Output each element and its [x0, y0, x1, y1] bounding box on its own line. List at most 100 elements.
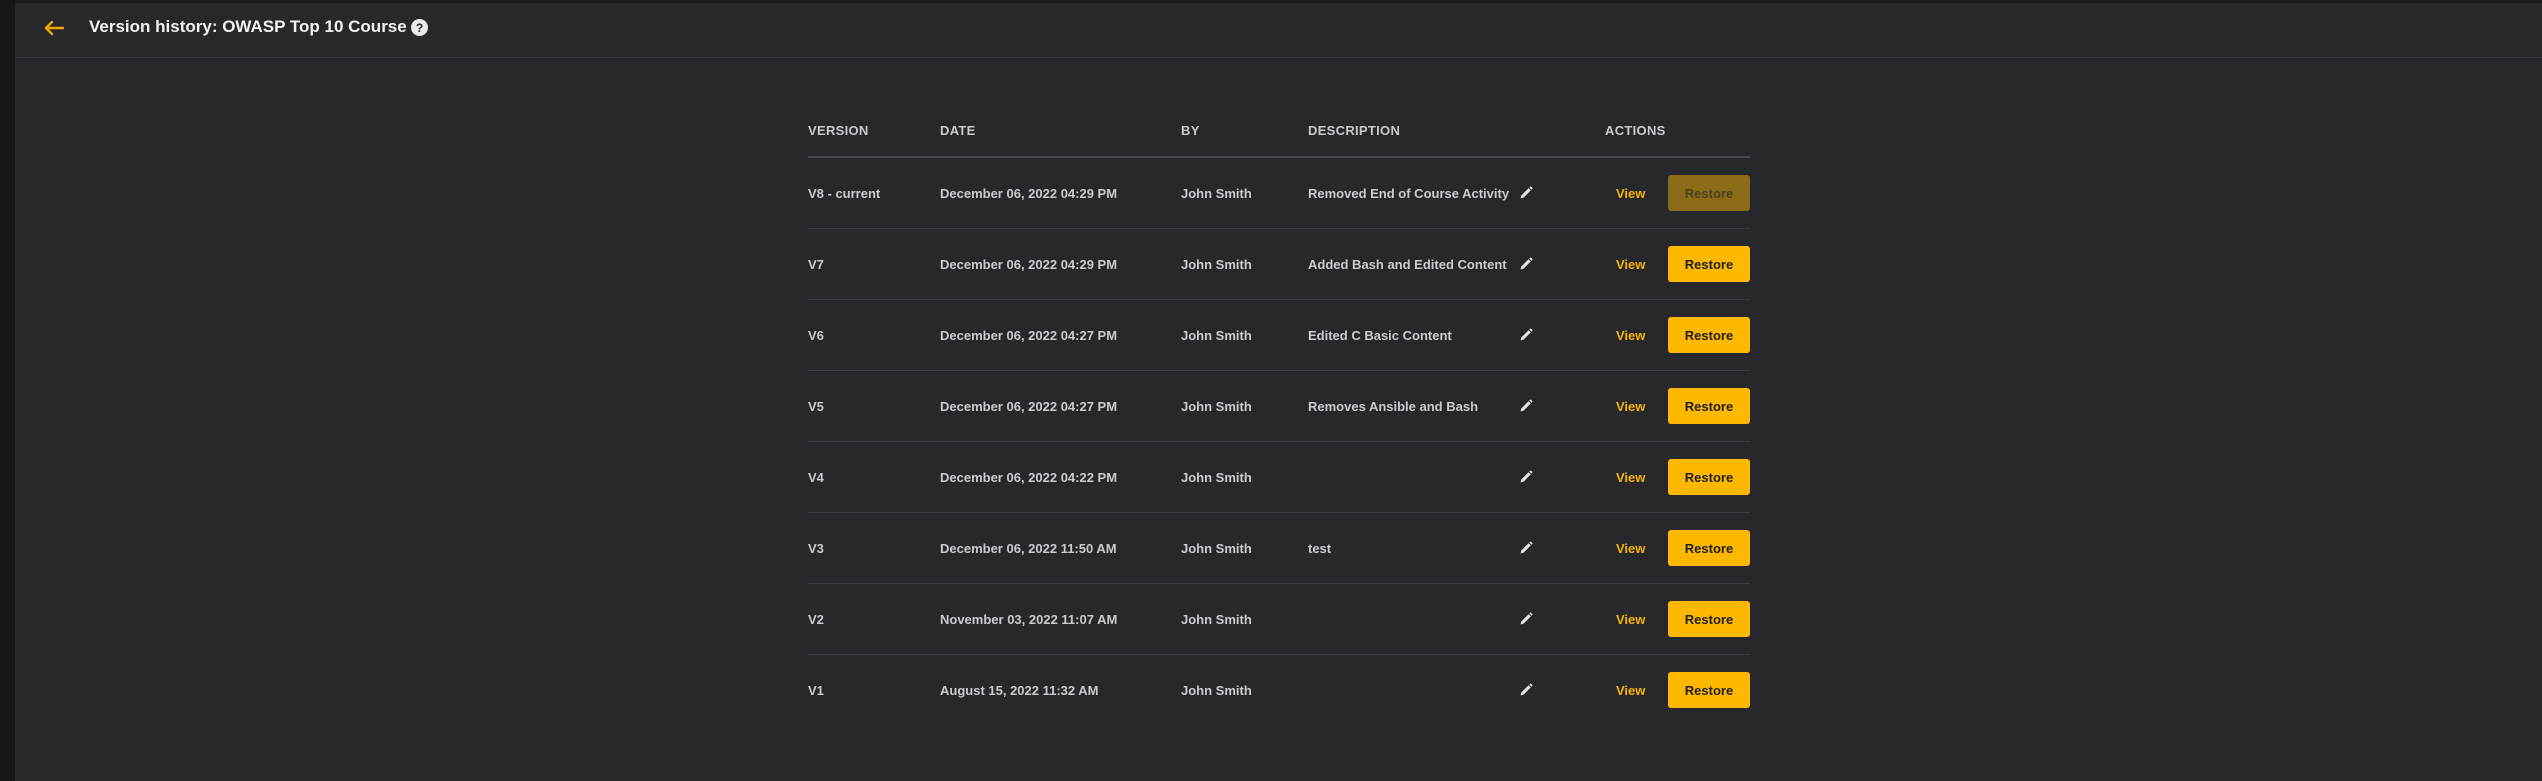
view-cell: View: [1616, 442, 1645, 512]
author-cell: John Smith: [1181, 540, 1252, 556]
pencil-icon: [1520, 186, 1533, 199]
author-cell: John Smith: [1181, 469, 1252, 485]
edit-description-button[interactable]: [1516, 513, 1536, 583]
pencil-icon: [1520, 399, 1533, 412]
back-button[interactable]: [39, 13, 69, 43]
date-cell: December 06, 2022 11:50 AM: [940, 540, 1117, 556]
question-circle-icon[interactable]: ?: [411, 19, 428, 36]
column-header-date: DATE: [940, 123, 976, 138]
view-link[interactable]: View: [1616, 612, 1645, 627]
pencil-icon: [1520, 328, 1533, 341]
date-cell: December 06, 2022 04:27 PM: [940, 327, 1118, 343]
left-edge-strip: [0, 0, 15, 781]
description-cell: Removes Ansible and Bash: [1308, 398, 1479, 414]
restore-button[interactable]: Restore: [1668, 601, 1750, 637]
version-cell: V4: [808, 469, 824, 485]
edit-description-button[interactable]: [1516, 158, 1536, 228]
table-row: V8 - current December 06, 2022 04:29 PM Jo…: [808, 158, 1750, 229]
view-cell: View: [1616, 158, 1645, 228]
edit-description-button[interactable]: [1516, 300, 1536, 370]
column-header-version: VERSION: [808, 123, 869, 138]
restore-cell: Restore: [1668, 655, 1750, 725]
table-header: VERSION DATE BY DESCRIPTION ACTIONS: [808, 108, 1750, 158]
version-cell: V5: [808, 398, 824, 414]
description-cell: test: [1308, 540, 1332, 556]
restore-button[interactable]: Restore: [1668, 459, 1750, 495]
date-cell: December 06, 2022 04:29 PM: [940, 185, 1118, 201]
view-link[interactable]: View: [1616, 683, 1645, 698]
edit-description-button[interactable]: [1516, 371, 1536, 441]
pencil-icon: [1520, 683, 1533, 696]
pencil-icon: [1520, 257, 1533, 270]
view-cell: View: [1616, 513, 1645, 583]
edit-description-button[interactable]: [1516, 229, 1536, 299]
date-cell: December 06, 2022 04:27 PM: [940, 398, 1118, 414]
top-bar: Version history: OWASP Top 10 Course ?: [15, 0, 2542, 58]
version-cell: V1: [808, 682, 824, 698]
pencil-icon: [1520, 541, 1533, 554]
version-history-table: VERSION DATE BY DESCRIPTION ACTIONS V8 -…: [808, 108, 1750, 725]
restore-cell: Restore: [1668, 371, 1750, 441]
table-row: V5 December 06, 2022 04:27 PM John Smith Re…: [808, 371, 1750, 442]
view-link[interactable]: View: [1616, 470, 1645, 485]
description-cell: Added Bash and Edited Content: [1308, 256, 1507, 272]
author-cell: John Smith: [1181, 611, 1252, 627]
view-link[interactable]: View: [1616, 399, 1645, 414]
edit-description-button[interactable]: [1516, 655, 1536, 725]
table-row: V4 December 06, 2022 04:22 PM John Smith Vi…: [808, 442, 1750, 513]
restore-cell: Restore: [1668, 513, 1750, 583]
restore-button[interactable]: Restore: [1668, 530, 1750, 566]
version-cell: V6: [808, 327, 824, 343]
description-cell: Removed End of Course Activity: [1308, 185, 1510, 201]
view-link[interactable]: View: [1616, 186, 1645, 201]
table-row: V1 August 15, 2022 11:32 AM John Smith View…: [808, 655, 1750, 725]
view-cell: View: [1616, 655, 1645, 725]
author-cell: John Smith: [1181, 327, 1252, 343]
arrow-left-icon: [44, 20, 65, 36]
table-row: V6 December 06, 2022 04:27 PM John Smith Ed…: [808, 300, 1750, 371]
restore-button[interactable]: Restore: [1668, 388, 1750, 424]
view-cell: View: [1616, 229, 1645, 299]
table-row: V3 December 06, 2022 11:50 AM John Smith te…: [808, 513, 1750, 584]
author-cell: John Smith: [1181, 256, 1252, 272]
author-cell: John Smith: [1181, 185, 1252, 201]
restore-button[interactable]: Restore: [1668, 317, 1750, 353]
restore-button[interactable]: Restore: [1668, 246, 1750, 282]
pencil-icon: [1520, 612, 1533, 625]
column-header-actions: ACTIONS: [1605, 123, 1666, 138]
restore-cell: Restore: [1668, 442, 1750, 512]
view-cell: View: [1616, 300, 1645, 370]
date-cell: November 03, 2022 11:07 AM: [940, 611, 1118, 627]
date-cell: August 15, 2022 11:32 AM: [940, 682, 1099, 698]
version-cell: V2: [808, 611, 824, 627]
column-header-description: DESCRIPTION: [1308, 123, 1401, 138]
restore-button[interactable]: Restore: [1668, 672, 1750, 708]
view-cell: View: [1616, 371, 1645, 441]
table-row: V2 November 03, 2022 11:07 AM John Smith Vi…: [808, 584, 1750, 655]
version-cell: V7: [808, 256, 824, 272]
restore-cell: Restore: [1668, 584, 1750, 654]
restore-cell: Restore: [1668, 229, 1750, 299]
author-cell: John Smith: [1181, 398, 1252, 414]
app-window: Version history: OWASP Top 10 Course ? V…: [0, 0, 2542, 781]
description-cell: Edited C Basic Content: [1308, 327, 1452, 343]
page-title: Version history: OWASP Top 10 Course: [89, 17, 407, 36]
author-cell: John Smith: [1181, 682, 1252, 698]
view-link[interactable]: View: [1616, 257, 1645, 272]
column-header-by: BY: [1181, 123, 1200, 138]
version-cell: V8 - current: [808, 185, 881, 201]
restore-cell: Restore: [1668, 158, 1750, 228]
date-cell: December 06, 2022 04:22 PM: [940, 469, 1118, 485]
view-link[interactable]: View: [1616, 541, 1645, 556]
date-cell: December 06, 2022 04:29 PM: [940, 256, 1118, 272]
edit-description-button[interactable]: [1516, 442, 1536, 512]
version-cell: V3: [808, 540, 824, 556]
view-link[interactable]: View: [1616, 328, 1645, 343]
edit-description-button[interactable]: [1516, 584, 1536, 654]
view-cell: View: [1616, 584, 1645, 654]
restore-button: Restore: [1668, 175, 1750, 211]
table-body: V8 - current December 06, 2022 04:29 PM Jo…: [808, 158, 1750, 725]
restore-cell: Restore: [1668, 300, 1750, 370]
table-row: V7 December 06, 2022 04:29 PM John Smith Ad…: [808, 229, 1750, 300]
pencil-icon: [1520, 470, 1533, 483]
